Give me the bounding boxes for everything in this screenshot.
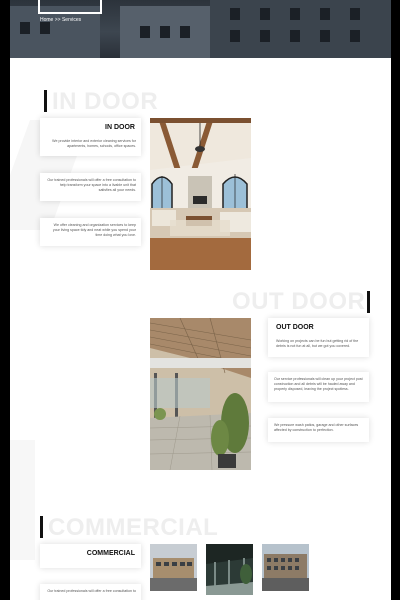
breadcrumb-separator: >> [54, 17, 61, 23]
commercial-consultation-text: Our trained professionals will offer a f… [47, 589, 136, 593]
commercial-section-title: COMMERCIAL [48, 514, 219, 541]
logo-frame [38, 0, 102, 14]
commercial-photo [206, 544, 253, 595]
background-watermark [10, 440, 35, 560]
indoor-intro-card: IN DOOR We provide interior and exterior… [40, 118, 141, 156]
indoor-card-heading: IN DOOR [105, 124, 135, 131]
outdoor-section-title: OUT DOOR [232, 288, 366, 315]
outdoor-pressure-wash-card: We pressure wash patios, garage and othe… [268, 418, 369, 442]
outdoor-cleanup-card: Our service professionals will clean up … [268, 372, 369, 402]
commercial-intro-card: COMMERCIAL [40, 544, 141, 568]
indoor-consultation-text: Our trained professionals will offer a f… [47, 178, 136, 192]
hero-banner: Home >> Services [10, 0, 391, 58]
breadcrumb-home-link[interactable]: Home [40, 17, 53, 23]
covered-walkway-image [206, 544, 253, 595]
commercial-photo [150, 544, 197, 591]
outdoor-photo [150, 318, 251, 470]
breadcrumb: Home >> Services [40, 17, 81, 23]
outdoor-card-heading: OUT DOOR [276, 324, 314, 331]
indoor-intro-text: We provide interior and exterior cleanin… [52, 139, 136, 148]
services-page: Home >> Services IN DOOR IN DOOR We prov… [10, 0, 391, 600]
breadcrumb-current: Services [61, 17, 82, 23]
indoor-organization-card: We offer cleaning and organization servi… [40, 218, 141, 246]
indoor-consultation-card: Our trained professionals will offer a f… [40, 173, 141, 201]
commercial-building-image [150, 544, 197, 591]
section-accent-bar [44, 90, 47, 112]
living-room-image [150, 118, 251, 270]
outdoor-intro-card: OUT DOOR Working on projects can be fun … [268, 318, 369, 357]
section-accent-bar [40, 516, 43, 538]
commercial-consultation-card: Our trained professionals will offer a f… [40, 584, 141, 600]
outdoor-pressure-wash-text: We pressure wash patios, garage and othe… [274, 423, 359, 432]
indoor-organization-text: We offer cleaning and organization servi… [52, 223, 136, 237]
indoor-photo [150, 118, 251, 270]
section-accent-bar [367, 291, 370, 313]
commercial-photo [262, 544, 309, 591]
indoor-section-title: IN DOOR [52, 88, 159, 115]
commercial-card-heading: COMMERCIAL [86, 550, 135, 557]
outdoor-cleanup-text: Our service professionals will clean up … [274, 377, 363, 391]
patio-pergola-image [150, 318, 251, 470]
outdoor-intro-text: Working on projects can be fun but getti… [276, 339, 359, 348]
office-building-image [262, 544, 309, 591]
